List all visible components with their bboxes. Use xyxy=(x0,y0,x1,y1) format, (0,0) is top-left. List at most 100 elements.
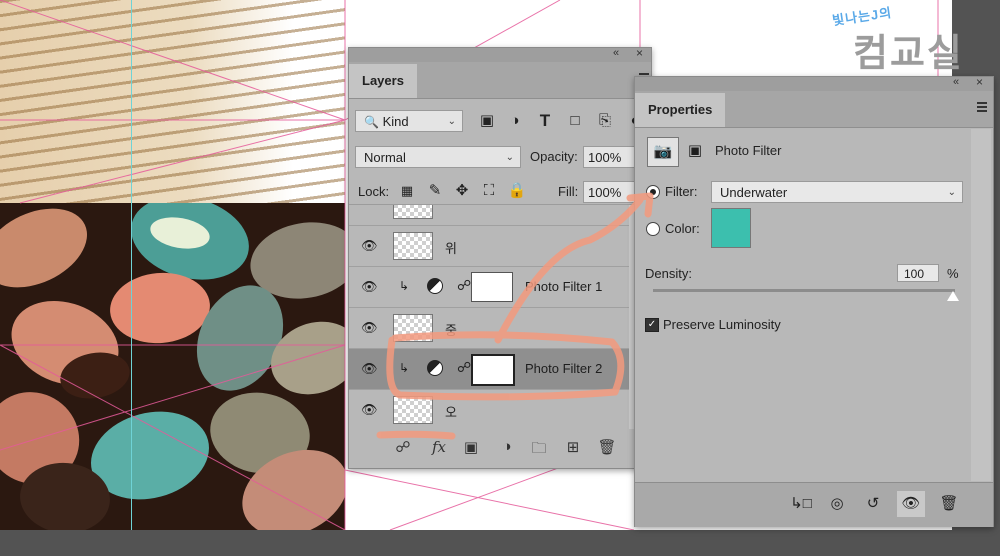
opacity-field[interactable]: 100% ⌄ xyxy=(583,146,648,168)
lock-all-icon[interactable]: 🔒 xyxy=(507,181,527,201)
eye-icon[interactable]: 👁 xyxy=(361,239,378,253)
density-slider-track[interactable] xyxy=(653,289,955,292)
fill-label: Fill: xyxy=(558,184,579,199)
adjustment-filter-icon[interactable]: ◑ xyxy=(505,111,525,131)
search-icon: 🔍 xyxy=(364,115,379,129)
reset-icon[interactable]: ↺ xyxy=(859,491,887,517)
adjustment-layer-icon xyxy=(427,278,443,294)
eye-icon[interactable]: 👁 xyxy=(361,403,378,417)
layer-row[interactable]: 👁 위 xyxy=(349,226,629,267)
watermark-logo-text: 컴교실 xyxy=(853,33,964,75)
layer-mask-thumbnail[interactable] xyxy=(471,354,515,386)
chevron-down-icon: ⌄ xyxy=(447,116,456,127)
properties-scrollbar[interactable] xyxy=(971,129,991,481)
layers-panel-titlebar[interactable]: « × xyxy=(349,46,651,62)
kind-label: Kind xyxy=(382,114,409,129)
visibility-eye-icon[interactable]: 👁 xyxy=(897,491,925,517)
layer-row[interactable]: 👁 중 xyxy=(349,308,629,349)
density-slider-handle[interactable] xyxy=(947,291,959,301)
properties-panel-titlebar[interactable]: « × xyxy=(635,75,993,91)
preserve-luminosity-label: Preserve Luminosity xyxy=(663,317,781,332)
layer-row[interactable]: 👁 ↳ ☍ Photo Filter 1 xyxy=(349,267,629,308)
fill-field[interactable]: 100% ⌄ xyxy=(583,181,648,203)
chevron-down-icon: ⌄ xyxy=(505,152,514,163)
layer-row[interactable]: 👁 오 xyxy=(349,390,629,429)
eye-icon[interactable]: 👁 xyxy=(361,280,378,294)
trash-icon[interactable]: 🗑 xyxy=(597,438,617,456)
new-adjustment-icon[interactable]: ◑ xyxy=(497,438,517,455)
mask-icon[interactable]: ▣ xyxy=(683,137,707,165)
color-label: Color: xyxy=(665,221,700,236)
layer-thumbnail xyxy=(393,314,433,342)
fill-value: 100% xyxy=(588,185,622,200)
layer-row-partial[interactable] xyxy=(349,205,629,226)
opacity-value: 100% xyxy=(588,150,622,165)
layer-name: 오 xyxy=(445,405,457,420)
eye-icon[interactable]: 👁 xyxy=(361,362,378,376)
layers-panel[interactable]: « × Layers 🔍 Kind ⌄ ▣ ◑ T □ ⎘ ● Normal ⌄… xyxy=(348,46,652,469)
lock-brush-icon[interactable]: ✎ xyxy=(425,181,445,201)
layer-name: 중 xyxy=(445,323,457,338)
new-layer-icon[interactable]: ⊞ xyxy=(563,438,583,456)
eye-icon[interactable]: 👁 xyxy=(361,321,378,335)
filter-label: Filter: xyxy=(665,184,698,199)
blend-mode-value: Normal xyxy=(364,150,406,165)
density-label: Density: xyxy=(645,266,692,281)
collapse-icon[interactable]: « xyxy=(613,47,619,59)
collapse-icon[interactable]: « xyxy=(953,76,959,88)
layers-tab-row: Layers xyxy=(349,62,651,99)
clip-to-layer-icon[interactable]: ↳□ xyxy=(787,491,815,517)
blend-mode-dropdown[interactable]: Normal ⌄ xyxy=(355,146,521,168)
lock-position-icon[interactable]: ✥ xyxy=(452,181,472,201)
image-filter-icon[interactable]: ▣ xyxy=(477,111,497,131)
link-chain-icon[interactable]: ☍ xyxy=(457,359,471,376)
adjustment-layer-icon xyxy=(427,360,443,376)
filter-radio[interactable] xyxy=(646,185,660,199)
delete-adjustment-icon[interactable]: 🗑 xyxy=(935,491,963,517)
layer-thumbnail xyxy=(393,396,433,424)
layer-mask-thumbnail[interactable] xyxy=(471,272,513,302)
layer-name: Photo Filter 2 xyxy=(525,361,603,376)
layer-list[interactable]: 👁 위 👁 ↳ ☍ Photo Filter 1 👁 중 👁 ↳ ☍ Photo… xyxy=(349,204,651,429)
tab-layers[interactable]: Layers xyxy=(349,64,417,98)
color-radio[interactable] xyxy=(646,222,660,236)
tab-properties[interactable]: Properties xyxy=(635,93,726,127)
new-group-folder-icon[interactable]: 🗀 xyxy=(529,438,549,463)
clipping-arrow-icon: ↳ xyxy=(399,279,410,293)
type-filter-icon[interactable]: T xyxy=(535,111,555,131)
link-layers-icon[interactable]: ☍ xyxy=(393,438,413,456)
preserve-luminosity-checkbox[interactable]: ✓ xyxy=(645,318,659,332)
density-unit: % xyxy=(947,266,959,281)
properties-tab-row: Properties xyxy=(635,91,993,128)
lock-artboard-icon[interactable]: ⛶ xyxy=(479,181,499,201)
properties-footer: ↳□ ◎ ↺ 👁 🗑 xyxy=(635,482,993,527)
workspace-background xyxy=(0,530,1000,556)
filter-value: Underwater xyxy=(720,185,788,200)
smart-object-filter-icon[interactable]: ⎘ xyxy=(595,111,615,131)
camera-filter-icon[interactable]: 📷 xyxy=(647,137,679,167)
layer-thumbnail xyxy=(393,205,433,219)
adjustment-title: Photo Filter xyxy=(715,143,782,158)
properties-panel[interactable]: « × Properties 📷 ▣ Photo Filter Filter: … xyxy=(634,75,994,527)
close-icon[interactable]: × xyxy=(636,46,643,60)
link-chain-icon[interactable]: ☍ xyxy=(457,277,471,294)
opacity-label: Opacity: xyxy=(530,149,578,164)
add-mask-icon[interactable]: ▣ xyxy=(461,438,481,456)
panel-menu-icon[interactable] xyxy=(977,102,987,114)
shape-filter-icon[interactable]: □ xyxy=(565,111,585,131)
filter-dropdown[interactable]: Underwater ⌄ xyxy=(711,181,963,203)
clipping-arrow-icon: ↳ xyxy=(399,361,410,375)
layer-name: 위 xyxy=(445,241,457,256)
layer-name: Photo Filter 1 xyxy=(525,279,603,294)
layer-thumbnail xyxy=(393,232,433,260)
layer-filter-kind-dropdown[interactable]: 🔍 Kind ⌄ xyxy=(355,110,463,132)
lock-label: Lock: xyxy=(358,184,390,199)
close-icon[interactable]: × xyxy=(976,75,983,89)
filter-color-swatch[interactable] xyxy=(711,208,751,248)
fx-icon[interactable]: fx xyxy=(429,438,449,456)
lock-transparent-icon[interactable]: ▦ xyxy=(397,181,417,201)
view-previous-icon[interactable]: ◎ xyxy=(823,491,851,517)
layer-row-selected[interactable]: 👁 ↳ ☍ Photo Filter 2 xyxy=(349,349,629,390)
vertical-guide[interactable] xyxy=(131,0,132,530)
density-field[interactable]: 100 xyxy=(897,264,939,282)
